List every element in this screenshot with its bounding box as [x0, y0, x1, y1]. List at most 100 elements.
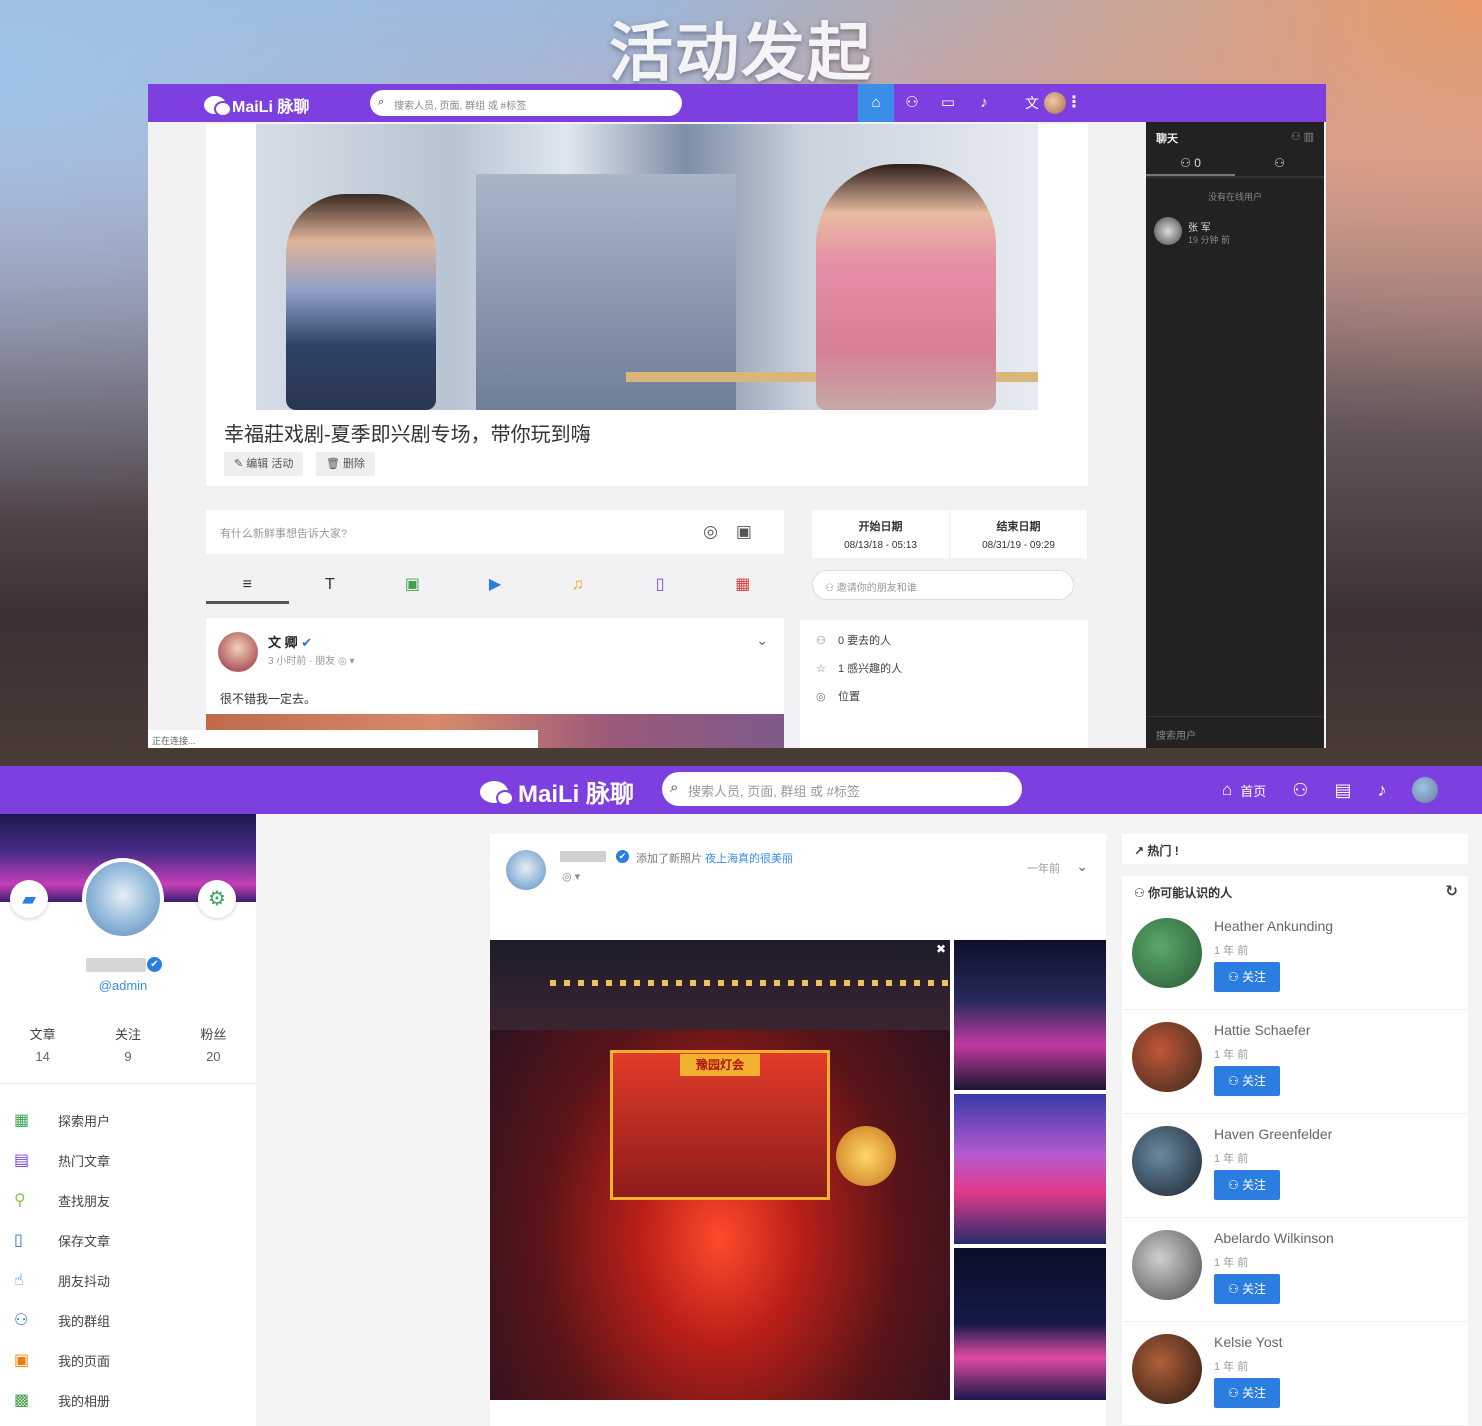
file-icon[interactable]: ▯ — [619, 570, 702, 604]
avatar[interactable] — [1044, 92, 1066, 114]
interested-count[interactable]: ☆ 1 感兴趣的人 — [816, 660, 1072, 688]
top-nav: ⌂ 首页 ⚇ ▤ ♪ — [1222, 766, 1439, 814]
edit-event-button[interactable]: ✎ 编辑 活动 — [224, 452, 304, 476]
post-action: 添加了新照片 夜上海真的很美丽 — [636, 853, 794, 865]
more-menu-icon[interactable]: ⋮ — [1066, 84, 1082, 122]
video-icon[interactable]: ▶ — [454, 570, 537, 604]
sidebar-item-explore[interactable]: ▦ 探索用户 — [0, 1100, 256, 1140]
tab-online[interactable]: ⚇ 0 — [1146, 150, 1235, 176]
avatar[interactable] — [1132, 1334, 1202, 1404]
avatar[interactable] — [1132, 918, 1202, 988]
post-photo-main[interactable]: 豫园灯会 ✖ — [490, 940, 950, 1400]
stat-following[interactable]: 关注 9 — [85, 1024, 170, 1083]
chevron-down-icon[interactable]: ⌄ — [756, 632, 768, 649]
search-icon: ⌕ — [670, 779, 679, 796]
refresh-icon[interactable]: ↻ — [1445, 882, 1458, 900]
photo-post: ✔ 添加了新照片 夜上海真的很美丽 ◎ ▾ 一年前 ⌄ 豫园灯会 ✖ — [490, 834, 1106, 1426]
sidebar-item-groups[interactable]: ⚇ 我的群组 — [0, 1300, 256, 1340]
chat-icon[interactable]: ▭ — [930, 84, 966, 122]
post-author[interactable]: 文 卿 ✔ — [268, 632, 312, 651]
brand-logo[interactable]: MaiLi 脉聊 — [204, 93, 309, 117]
avatar[interactable] — [82, 858, 164, 940]
home-link[interactable]: ⌂ 首页 — [1222, 780, 1266, 800]
brand-logo[interactable]: MaiLi 脉聊 — [480, 774, 634, 809]
list-item: Haven Greenfelder 1 年 前 ⚇ 关注 — [1122, 1114, 1468, 1218]
post-composer[interactable]: 有什么新鲜事想告诉大家? ◎▣ — [206, 510, 784, 554]
verified-icon: ✔ — [301, 635, 313, 650]
follow-button[interactable]: ⚇ 关注 — [1214, 1378, 1280, 1408]
settings-button[interactable]: ⚙ — [198, 880, 236, 918]
start-date-value: 08/13/18 - 05:13 — [844, 540, 917, 551]
stat-posts[interactable]: 文章 14 — [0, 1024, 85, 1083]
delete-event-button[interactable]: 🗑 删除 — [316, 452, 376, 476]
person-name[interactable]: Abelardo Wilkinson — [1214, 1230, 1334, 1246]
avatar[interactable] — [1412, 777, 1439, 803]
invite-friends-input[interactable]: ⚇ 邀请你的朋友和谁 — [812, 570, 1074, 600]
trending-header[interactable]: ↗ 热门 ! — [1122, 834, 1468, 864]
person-name[interactable]: Hattie Schaefer — [1214, 1022, 1311, 1038]
home-icon[interactable]: ⌂ — [858, 84, 894, 122]
sidebar-item-popular[interactable]: ▤ 热门文章 — [0, 1140, 256, 1180]
people-you-may-know: ⚇ 你可能认识的人 ↻ Heather Ankunding 1 年 前 ⚇ 关注 … — [1122, 876, 1468, 1426]
follow-button[interactable]: ⚇ 关注 — [1214, 962, 1280, 992]
avatar[interactable] — [1132, 1126, 1202, 1196]
profile-handle[interactable]: @admin — [0, 978, 246, 993]
search-input[interactable]: ⌕ 搜索人员, 页面, 群组 或 #标签 — [662, 772, 1022, 806]
sidebar-item-find-friends[interactable]: ⚲ 查找朋友 — [0, 1180, 256, 1220]
chevron-down-icon[interactable]: ⌄ — [1076, 858, 1088, 875]
bell-icon[interactable]: ♪ — [1377, 780, 1386, 801]
map-icon[interactable]: ▦ — [701, 570, 784, 604]
chat-settings-icon[interactable]: ⚇ ▥ — [1291, 130, 1314, 143]
person-name[interactable]: Heather Ankunding — [1214, 918, 1333, 934]
list-item: Hattie Schaefer 1 年 前 ⚇ 关注 — [1122, 1010, 1468, 1114]
search-input[interactable]: ⌕ 搜索人员, 页面, 群组 或 #标签 — [370, 90, 682, 116]
verified-icon: ✔ — [147, 957, 162, 972]
music-icon[interactable]: ♫ — [536, 570, 619, 604]
brand-name: MaiLi 脉聊 — [518, 781, 635, 808]
stat-followers[interactable]: 粉丝 20 — [171, 1024, 256, 1083]
avatar[interactable] — [218, 632, 258, 672]
avatar[interactable] — [506, 850, 546, 890]
person-name[interactable]: Kelsie Yost — [1214, 1334, 1283, 1350]
follow-button[interactable]: ⚇ 关注 — [1214, 1274, 1280, 1304]
language-switch[interactable]: 文 — [1020, 84, 1044, 122]
event-cover-photo — [256, 124, 1038, 410]
follow-button[interactable]: ⚇ 关注 — [1214, 1066, 1280, 1096]
brand-name: MaiLi 脉聊 — [232, 99, 310, 116]
avatar[interactable] — [1132, 1230, 1202, 1300]
list-icon[interactable]: ≡ — [206, 570, 289, 604]
close-icon[interactable]: ✖ — [936, 942, 946, 956]
grid-icon: ▦ — [14, 1112, 30, 1129]
notifications-icon[interactable]: ♪ — [966, 84, 1002, 122]
post-place-link[interactable]: 夜上海真的很美丽 — [705, 853, 793, 865]
sidebar-item-pokes[interactable]: ☝ 朋友抖动 — [0, 1260, 256, 1300]
post-photo-thumb[interactable] — [954, 1094, 1106, 1244]
text-icon[interactable]: T — [289, 570, 372, 604]
message-button[interactable]: ▰ — [10, 880, 48, 918]
post-author[interactable] — [560, 851, 606, 862]
sidebar-item-saved[interactable]: ▯ 保存文章 — [0, 1220, 256, 1260]
hero-title: 活动发起 — [609, 17, 873, 91]
camera-icon[interactable]: ◎▣ — [703, 522, 770, 542]
sidebar-item-pages[interactable]: ▣ 我的页面 — [0, 1340, 256, 1380]
chat-icon[interactable]: ▤ — [1334, 780, 1351, 801]
post-photo-thumb[interactable] — [954, 940, 1106, 1090]
person-name[interactable]: Haven Greenfelder — [1214, 1126, 1332, 1142]
sidebar-item-albums[interactable]: ▩ 我的相册 — [0, 1380, 256, 1420]
user-plus-icon[interactable]: ⚇ — [1292, 780, 1308, 801]
privacy-icon[interactable]: ◎ ▾ — [562, 870, 580, 883]
chat-user[interactable]: 张 军 19 分钟 前 — [1146, 215, 1324, 255]
going-count[interactable]: ⚇ 0 要去的人 — [816, 632, 1072, 660]
follow-button[interactable]: ⚇ 关注 — [1214, 1170, 1280, 1200]
user-plus-icon[interactable]: ⚇ — [894, 84, 930, 122]
avatar[interactable] — [1132, 1022, 1202, 1092]
post-photo-thumb[interactable] — [954, 1248, 1106, 1400]
list-item: Abelardo Wilkinson 1 年 前 ⚇ 关注 — [1122, 1218, 1468, 1322]
search-users-input[interactable]: 搜索用户 — [1146, 716, 1324, 748]
top-navbar: MaiLi 脉聊 ⌕ 搜索人员, 页面, 群组 或 #标签 ⌂ 首页 ⚇ ▤ ♪ — [0, 766, 1482, 814]
search-placeholder: 搜索人员, 页面, 群组 或 #标签 — [688, 784, 860, 799]
end-date-label: 结束日期 — [996, 521, 1041, 533]
image-icon: ▩ — [14, 1392, 30, 1409]
image-icon[interactable]: ▣ — [371, 570, 454, 604]
tab-groups[interactable]: ⚇ — [1235, 150, 1324, 176]
